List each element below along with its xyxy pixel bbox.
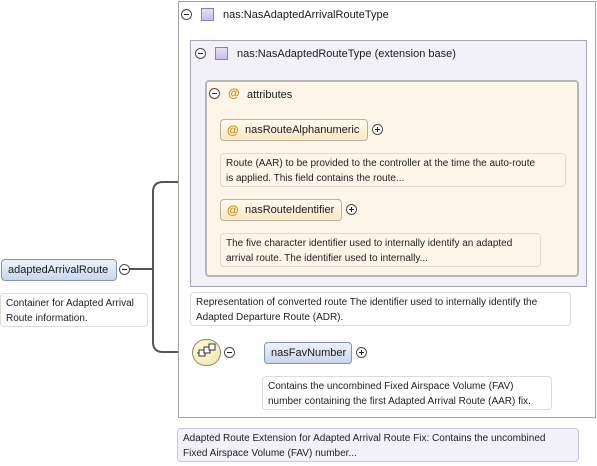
collapse-root-icon[interactable]: [119, 264, 130, 275]
attribute-nasRouteAlphanumeric[interactable]: @ nasRouteAlphanumeric: [220, 119, 368, 141]
doc-line: Adapted Departure Route (ADR).: [196, 312, 344, 323]
attribute-documentation: The five character identifier used to in…: [220, 233, 541, 267]
attribute-nasRouteIdentifier[interactable]: @ nasRouteIdentifier: [220, 199, 342, 221]
doc-line: Container for Adapted Arrival: [6, 298, 134, 309]
complex-type-icon: [201, 8, 214, 21]
doc-line: Route information.: [6, 313, 88, 324]
attributes-title: attributes: [247, 89, 293, 101]
attribute-at-icon: @: [227, 123, 239, 137]
child-element-documentation: Contains the uncombined Fixed Airspace V…: [262, 376, 552, 410]
root-element[interactable]: adaptedArrivalRoute: [1, 259, 117, 281]
extension-documentation: Representation of converted route The id…: [190, 292, 571, 326]
attribute-at-icon: @: [228, 86, 240, 100]
attribute-at-icon: @: [227, 203, 239, 217]
child-element[interactable]: nasFavNumber: [264, 342, 352, 364]
doc-line: Contains the uncombined Fixed Airspace V…: [268, 381, 514, 392]
doc-line: number containing the first Adapted Arri…: [268, 396, 531, 407]
doc-line: is applied. This field contains the rout…: [226, 173, 405, 184]
expand-attribute-icon[interactable]: [372, 124, 383, 135]
expand-child-icon[interactable]: [356, 347, 367, 358]
extension-name: nas:NasAdaptedRouteType (extension base): [237, 48, 456, 60]
collapse-attributes-icon[interactable]: [209, 88, 220, 99]
attribute-documentation: Route (AAR) to be provided to the contro…: [220, 153, 566, 187]
doc-line: Adapted Route Extension for Adapted Arri…: [183, 433, 546, 444]
doc-line: Representation of converted route The id…: [196, 297, 538, 308]
doc-line: Fixed Airspace Volume (FAV) number...: [183, 448, 357, 459]
root-element-documentation: Container for Adapted Arrival Route info…: [0, 293, 148, 327]
collapse-sequence-icon[interactable]: [224, 347, 235, 358]
sequence-icon: [197, 343, 216, 357]
doc-line: arrival route. The identifier used to in…: [226, 253, 428, 264]
root-element-label: adaptedArrivalRoute: [8, 264, 109, 276]
collapse-type-icon[interactable]: [181, 9, 192, 20]
type-documentation: Adapted Route Extension for Adapted Arri…: [177, 428, 579, 462]
doc-line: Route (AAR) to be provided to the contro…: [226, 158, 536, 169]
attribute-label: nasRouteIdentifier: [245, 204, 335, 216]
collapse-extension-icon[interactable]: [195, 48, 206, 59]
expand-attribute-icon[interactable]: [346, 204, 357, 215]
extension-type-icon: [215, 47, 228, 60]
type-name: nas:NasAdaptedArrivalRouteType: [223, 9, 389, 21]
doc-line: The five character identifier used to in…: [226, 238, 513, 249]
sequence-compositor[interactable]: [192, 339, 221, 366]
child-element-label: nasFavNumber: [271, 347, 347, 359]
attribute-label: nasRouteAlphanumeric: [245, 124, 360, 136]
